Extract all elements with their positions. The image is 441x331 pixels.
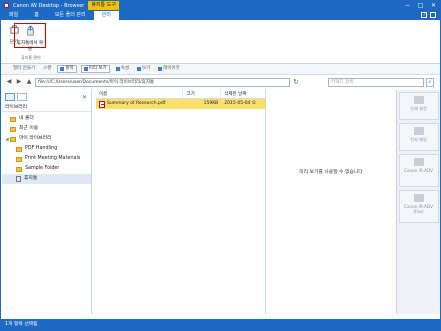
column-header-deleted-date[interactable]: 삭제된 날짜 (221, 90, 265, 98)
tree-item-sample-folder[interactable]: Sample Folder (2, 164, 91, 174)
up-arrow-icon[interactable]: ▲ (25, 78, 33, 86)
folder-icon (16, 166, 22, 172)
window-title: Canon iW Desktop - Browser (13, 2, 85, 9)
ribbon-tabs: 파일 홈 모든 폴더 관리 관리 ? (1, 10, 440, 20)
canon-printer-button[interactable]: Canon iR-ADV (398, 154, 439, 187)
help-icon[interactable]: ? (421, 12, 427, 18)
view-toolbar: 필터 만들기 스캔 항목 미리 보기 속성 보기 레이아웃 (1, 64, 440, 75)
view-dropdown[interactable]: 보기 (135, 65, 152, 73)
tree-item-pdf-handling[interactable]: PDF Handling (2, 144, 91, 154)
properties-icon (115, 67, 120, 71)
navigation-pane: ✕ 라이브러리 내 폴더 최근 이용 ◢ 마이 라이브러리 PDF Handli… (2, 90, 92, 314)
file-list-header: 이름 크기 삭제된 날짜 (96, 90, 265, 99)
window-controls: − □ ✕ (401, 1, 440, 10)
preview-unavailable-message: 미리 보기를 사용할 수 없습니다 (299, 170, 363, 175)
file-row[interactable]: Summary of Research.pdf 159KB 2015-05-04… (96, 99, 265, 109)
search-input[interactable]: 키워드 검색 (328, 77, 424, 87)
printer-icon (413, 96, 424, 104)
search-icon[interactable]: ⌕ (426, 77, 434, 87)
tab-folder-management[interactable]: 모든 폴더 관리 (47, 11, 94, 20)
close-window-button[interactable]: ✕ (427, 1, 440, 10)
tab-manage[interactable]: 관리 (93, 11, 119, 20)
minimize-button[interactable]: − (401, 1, 414, 10)
fax-icon (413, 194, 424, 202)
column-header-name[interactable]: 이름 (96, 90, 184, 98)
restore-label: 휴지통에서 복원 (16, 41, 44, 52)
tree-item-my-folder[interactable]: 내 폴더 (2, 114, 91, 124)
folder-icon (10, 126, 16, 132)
restore-icon (26, 25, 34, 36)
folder-icon (16, 156, 22, 162)
folder-icon (10, 116, 16, 122)
folder-icon (16, 146, 22, 152)
tree-item-trash[interactable]: 휴지통 (2, 174, 91, 184)
canon-fax-button[interactable]: Canon iR-ADV (Fax) (398, 190, 439, 223)
forward-arrow-icon[interactable]: ▶ (15, 78, 23, 86)
library-tab[interactable] (5, 93, 15, 101)
title-bar: Canon iW Desktop - Browser 휴지통 도구 − □ ✕ (1, 1, 440, 10)
view-icon (136, 67, 141, 71)
address-bar[interactable]: file:///C:/Users/user/Documents/마이 라이브러리… (35, 77, 290, 87)
scan-button[interactable]: 스캔 (41, 65, 53, 73)
layout-icon (158, 67, 163, 71)
file-name-cell: Summary of Research.pdf (96, 99, 183, 109)
create-filter-button[interactable]: 필터 만들기 (11, 65, 37, 73)
app-icon (4, 3, 9, 8)
nav-pane-header: ✕ (2, 90, 91, 104)
app-window: Canon iW Desktop - Browser 휴지통 도구 − □ ✕ … (0, 0, 441, 331)
library-icon (10, 136, 16, 142)
properties-toggle[interactable]: 속성 (114, 65, 131, 73)
file-size-cell: 159KB (203, 101, 219, 106)
output-bar: 인쇄 설정 전자 메일 Canon iR-ADV Canon iR-ADV (F… (396, 90, 440, 314)
ribbon-right-icons: ? (421, 10, 440, 20)
ribbon-panel: 닫기 휴지통에서 복원 휴지통 관리 (1, 20, 440, 64)
ribbon-group-label: 휴지통 관리 (21, 55, 41, 60)
library-tree: 내 폴더 최근 이용 ◢ 마이 라이브러리 PDF Handling Print… (2, 112, 91, 184)
preview-toggle[interactable]: 미리 보기 (80, 65, 110, 73)
file-list: 이름 크기 삭제된 날짜 Summary of Research.pdf 159… (96, 90, 266, 314)
maximize-button[interactable]: □ (414, 1, 427, 10)
items-toggle[interactable]: 항목 (57, 65, 77, 73)
options-icon[interactable] (430, 12, 436, 18)
email-button[interactable]: 전자 메일 (398, 123, 439, 151)
tab-file[interactable]: 파일 (1, 11, 26, 20)
tree-item-recent[interactable]: 최근 이용 (2, 124, 91, 134)
mail-icon (413, 127, 424, 135)
printer-icon (413, 158, 424, 166)
column-header-size[interactable]: 크기 (183, 90, 222, 98)
pdf-file-icon (99, 100, 105, 108)
trash-icon (16, 176, 21, 182)
file-date-cell: 2015-05-04 오 (224, 101, 256, 106)
context-tab-group: 휴지통 도구 (88, 1, 119, 10)
tree-item-my-library[interactable]: ◢ 마이 라이브러리 (2, 134, 91, 144)
layout-dropdown[interactable]: 레이아웃 (156, 65, 182, 73)
print-settings-button[interactable]: 인쇄 설정 (398, 92, 439, 120)
tab-home[interactable]: 홈 (26, 11, 47, 20)
items-icon (60, 67, 65, 71)
status-bar: 1개 항목 선택됨 (1, 319, 440, 330)
favorites-tab[interactable] (17, 93, 27, 101)
address-row: ◀ ▶ ▲ file:///C:/Users/user/Documents/마이… (1, 75, 440, 89)
preview-icon (83, 67, 88, 71)
tree-item-print-meeting-materials[interactable]: Print Meeting Materials (2, 154, 91, 164)
nav-pane-title: 라이브러리 (2, 104, 91, 112)
refresh-icon[interactable]: ↻ (292, 78, 300, 86)
preview-pane: 미리 보기를 사용할 수 없습니다 (267, 90, 395, 314)
back-arrow-icon[interactable]: ◀ (5, 78, 13, 86)
close-pane-icon[interactable]: ✕ (82, 94, 87, 101)
restore-from-trash-button[interactable]: 휴지통에서 복원 (14, 23, 46, 52)
